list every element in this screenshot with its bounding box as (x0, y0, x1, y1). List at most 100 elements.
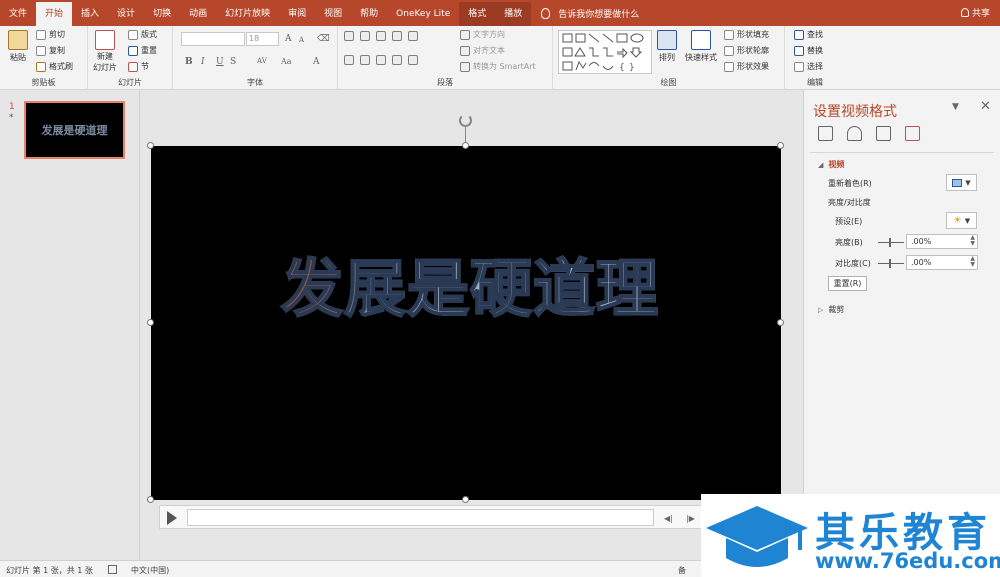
italic-button[interactable]: I (201, 57, 205, 67)
align-text-button[interactable]: 对齐文本 (460, 45, 505, 56)
crop-section-header[interactable]: ▷ 裁剪 (818, 304, 844, 315)
tab-slideshow[interactable]: 幻灯片放映 (216, 2, 279, 26)
arrange-button[interactable]: 排列 (657, 30, 677, 63)
paste-button[interactable]: 粘贴 (8, 30, 28, 63)
video-icon[interactable] (905, 126, 920, 141)
replace-button[interactable]: 替换 (794, 45, 823, 56)
media-player-bar: ◀| |▶ (159, 505, 702, 529)
tab-format[interactable]: 格式 (459, 2, 496, 26)
video-object[interactable]: 发展是硬道理 (151, 146, 781, 500)
video-section-header[interactable]: ◢ 视频 (818, 159, 844, 170)
slider-thumb[interactable] (889, 238, 891, 247)
tab-review[interactable]: 审阅 (279, 2, 315, 26)
copy-button[interactable]: 复制 (36, 45, 65, 56)
accessibility-icon[interactable] (108, 565, 117, 574)
slide-title-text: 发展是硬道理 (247, 238, 693, 328)
indent-increase-icon[interactable] (392, 31, 402, 41)
tab-file[interactable]: 文件 (0, 2, 36, 26)
play-icon[interactable] (167, 511, 177, 525)
tab-help[interactable]: 帮助 (351, 2, 387, 26)
brightness-slider[interactable] (878, 238, 904, 247)
reset-button[interactable]: 重置(R) (828, 276, 867, 291)
bold-button[interactable]: B (185, 57, 193, 67)
pane-options-icon[interactable]: ▼ (952, 102, 959, 112)
smartart-button[interactable]: 转换为 SmartArt (460, 61, 536, 72)
tab-design[interactable]: 设计 (108, 2, 144, 26)
align-right-icon[interactable] (376, 55, 386, 65)
grow-font-button[interactable]: A (285, 34, 292, 44)
layout-button[interactable]: 版式 (128, 29, 157, 40)
select-button[interactable]: 选择 (794, 61, 823, 72)
editing-group-label: 编辑 (807, 78, 823, 87)
rewind-icon[interactable]: ◀| (664, 514, 673, 523)
shape-effects-button[interactable]: 形状效果 (724, 61, 769, 72)
resize-handle[interactable] (462, 496, 469, 503)
contrast-input[interactable]: .00% ▲ ▼ (906, 255, 978, 270)
select-label: 选择 (807, 62, 823, 71)
shadow-button[interactable]: S (230, 57, 236, 67)
resize-handle[interactable] (462, 142, 469, 149)
tab-animations[interactable]: 动画 (180, 2, 216, 26)
size-properties-icon[interactable] (876, 126, 891, 141)
spinner-icon[interactable]: ▲ ▼ (970, 256, 975, 268)
slide-thumbnail[interactable]: 发展是硬道理 (24, 101, 125, 159)
presets-button[interactable]: ☀ ▼ (946, 212, 977, 229)
font-name-select[interactable] (181, 32, 245, 46)
font-size-select[interactable]: 18 (246, 32, 279, 46)
watermark-url: www.76edu.com (815, 549, 1000, 573)
effects-icon[interactable] (847, 126, 862, 141)
numbering-icon[interactable] (360, 31, 370, 41)
line-spacing-icon[interactable] (408, 31, 418, 41)
resize-handle[interactable] (777, 319, 784, 326)
slider-thumb[interactable] (889, 259, 891, 268)
tab-transitions[interactable]: 切换 (144, 2, 180, 26)
align-left-icon[interactable] (344, 55, 354, 65)
notes-button[interactable]: 备 (678, 565, 686, 576)
find-button[interactable]: 查找 (794, 29, 823, 40)
align-center-icon[interactable] (360, 55, 370, 65)
new-slide-button[interactable]: 新建 幻灯片 (93, 30, 117, 73)
shrink-font-button[interactable]: A (299, 36, 304, 44)
text-direction-button[interactable]: 文字方向 (460, 29, 505, 40)
resize-handle[interactable] (777, 142, 784, 149)
rotate-handle-icon[interactable] (459, 114, 472, 127)
change-case-button[interactable]: Aa (281, 57, 292, 66)
underline-button[interactable]: U (216, 57, 224, 67)
fill-line-icon[interactable] (818, 126, 833, 141)
close-icon[interactable]: ✕ (980, 99, 991, 114)
tab-playback[interactable]: 播放 (495, 2, 532, 26)
spinner-icon[interactable]: ▲ ▼ (970, 235, 975, 247)
quick-styles-button[interactable]: 快速样式 (685, 30, 717, 63)
share-button[interactable]: 共享 (960, 6, 990, 19)
tab-onekey[interactable]: OneKey Lite (387, 2, 459, 26)
tab-home[interactable]: 开始 (36, 2, 73, 26)
font-color-button[interactable]: A (313, 57, 320, 67)
indent-decrease-icon[interactable] (376, 31, 386, 41)
contrast-slider[interactable] (878, 259, 904, 268)
forward-icon[interactable]: |▶ (686, 514, 695, 523)
resize-handle[interactable] (147, 142, 154, 149)
justify-icon[interactable] (392, 55, 402, 65)
clear-format-icon[interactable]: ⌫ (317, 34, 330, 44)
columns-icon[interactable] (408, 55, 418, 65)
tell-me-box[interactable]: 告诉我你想要做什么 (541, 7, 639, 20)
resize-handle[interactable] (147, 319, 154, 326)
resize-handle[interactable] (147, 496, 154, 503)
tab-insert[interactable]: 插入 (72, 2, 108, 26)
char-spacing-button[interactable]: AV (257, 57, 267, 65)
contrast-label: 对比度(C) (835, 259, 871, 268)
language-indicator[interactable]: 中文(中国) (131, 565, 169, 576)
shapes-gallery[interactable]: { } (558, 30, 652, 74)
cut-button[interactable]: 剪切 (36, 29, 65, 40)
layout-label: 版式 (141, 30, 157, 39)
tab-view[interactable]: 视图 (315, 2, 351, 26)
media-timeline[interactable] (187, 509, 654, 526)
reset-slide-button[interactable]: 重置 (128, 45, 157, 56)
shape-outline-button[interactable]: 形状轮廓 (724, 45, 769, 56)
bullets-icon[interactable] (344, 31, 354, 41)
shape-fill-button[interactable]: 形状填充 (724, 29, 769, 40)
recolor-button[interactable]: ▼ (946, 174, 977, 191)
section-button[interactable]: 节 (128, 61, 149, 72)
format-painter-button[interactable]: 格式刷 (36, 61, 73, 72)
brightness-input[interactable]: .00% ▲ ▼ (906, 234, 978, 249)
